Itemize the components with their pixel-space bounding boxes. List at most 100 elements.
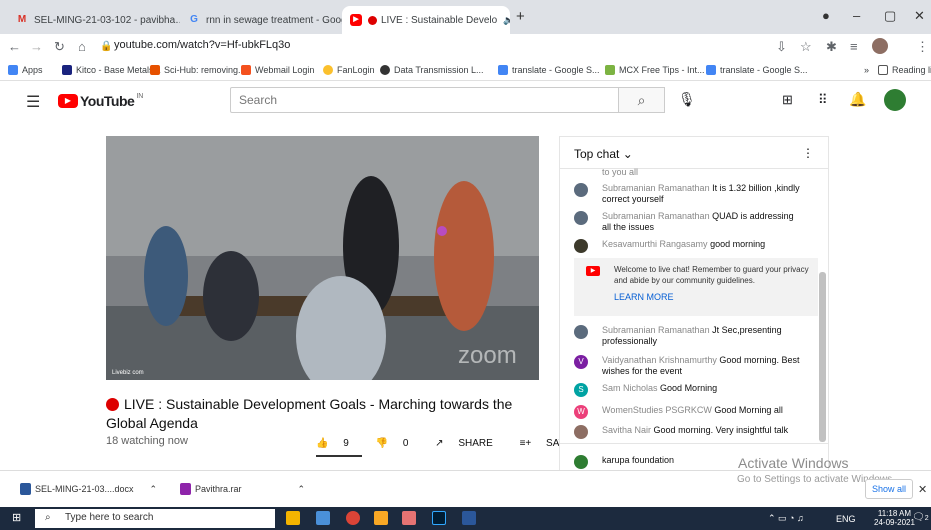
download-bar: SEL-MING-21-03....docx ⌃ Pavithra.rar ⌃ Go… <box>0 470 931 507</box>
bookmark-label: Kitco - Base Metals... <box>76 65 162 75</box>
bookmark-item[interactable]: Data Transmission L... <box>380 65 484 75</box>
avatar <box>574 183 588 197</box>
bookmark-item[interactable]: Kitco - Base Metals... <box>62 65 161 75</box>
reading-mode-icon[interactable]: ≡ <box>850 39 858 54</box>
reading-list-icon <box>878 65 888 75</box>
word-icon[interactable] <box>462 511 476 525</box>
create-video-icon[interactable]: ⊞ <box>782 92 793 108</box>
bookmark-label: Data Transmission L... <box>394 65 484 75</box>
search-button[interactable]: ⌕ <box>619 87 665 113</box>
windows-start-icon[interactable]: ⊞ <box>12 511 21 524</box>
chat-author: Subramanian Ramanathan <box>602 211 710 221</box>
chat-text: Good Morning <box>660 383 718 393</box>
chat-author: Subramanian Ramanathan <box>602 183 710 193</box>
youtube-header: ☰ ▶ YouTube IN Search ⌕ 🎙 ⊞ ⠿ 🔔 <box>0 81 931 121</box>
reload-icon[interactable]: ↻ <box>54 39 65 55</box>
close-download-bar-icon[interactable]: ✕ <box>918 483 927 496</box>
profile-record-icon[interactable]: ● <box>822 8 830 23</box>
home-icon[interactable]: ⌂ <box>78 39 86 54</box>
bookmark-item[interactable]: Sci-Hub: removing... <box>150 65 246 75</box>
avatar <box>574 425 588 439</box>
download-item-rar[interactable]: Pavithra.rar ⌃ <box>180 483 305 495</box>
bookmark-item[interactable]: MCX Free Tips - Int... <box>605 65 705 75</box>
app-icon[interactable] <box>316 511 330 525</box>
download-name: Pavithra.rar <box>195 484 242 494</box>
thumbs-up-icon: 👍 <box>316 438 329 449</box>
close-window-button[interactable]: ✕ <box>914 8 925 24</box>
video-player[interactable]: zoom Livebiz com <box>106 136 539 380</box>
dislike-button[interactable]: 👎 0 <box>376 438 421 449</box>
hamburger-menu-icon[interactable]: ☰ <box>26 92 40 112</box>
tab-google[interactable]: G rnn in sewage treatment - Googl ✕ <box>180 6 342 34</box>
language-indicator[interactable]: ENG <box>836 514 856 524</box>
bookmark-label: MCX Free Tips - Int... <box>619 65 705 75</box>
chrome-icon[interactable] <box>346 511 360 525</box>
fanlogin-icon <box>323 65 333 75</box>
globe-icon <box>380 65 390 75</box>
profile-avatar[interactable] <box>872 38 888 54</box>
avatar <box>574 211 588 225</box>
chat-text: Good Morning all <box>714 405 783 415</box>
apps-grid-icon[interactable]: ⠿ <box>818 92 828 108</box>
zoom-watermark: zoom <box>458 342 517 369</box>
logo-text: YouTube <box>80 93 135 109</box>
account-avatar[interactable] <box>884 89 906 111</box>
chat-header: Top chat ⌄ ⋮ <box>560 137 828 169</box>
tab-gmail[interactable]: M SEL-MING-21-03-102 - pavibha… ✕ <box>8 6 180 34</box>
chat-mode-label[interactable]: Top chat <box>574 147 619 161</box>
bookmark-item[interactable]: translate - Google S... <box>498 65 600 75</box>
system-tray-icons[interactable]: ⌃ ▭ ◔ ♫ <box>768 513 804 524</box>
app-icon[interactable] <box>402 511 416 525</box>
bookmark-item[interactable]: Webmail Login <box>241 65 314 75</box>
sticky-notes-icon[interactable] <box>374 511 388 525</box>
file-explorer-icon[interactable] <box>286 511 300 525</box>
clock[interactable]: 11:18 AM 24-09-2021 <box>874 509 915 527</box>
chat-message: V Vaidyanathan Krishnamurthy Good morning… <box>574 355 804 377</box>
like-button[interactable]: 👍 9 <box>316 438 361 449</box>
chat-message: Subramanian Ramanathan QUAD is addressin… <box>574 211 804 233</box>
chat-message: S Sam Nicholas Good Morning <box>574 383 804 397</box>
photoshop-icon[interactable] <box>432 511 446 525</box>
search-icon: ⌕ <box>45 512 51 523</box>
extensions-icon[interactable]: ✱ <box>826 39 837 55</box>
forward-icon[interactable]: → <box>30 39 43 54</box>
youtube-logo[interactable]: ▶ YouTube IN <box>58 93 143 109</box>
url-field[interactable]: youtube.com/watch?v=Hf-ubkFLq3o <box>114 39 290 51</box>
tab-youtube[interactable]: ▶ LIVE : Sustainable Develo 🔈 ✕ <box>342 6 510 34</box>
chevron-up-icon[interactable]: ⌃ <box>298 484 306 495</box>
minimize-button[interactable]: – <box>853 8 860 23</box>
chat-scrollbar[interactable] <box>819 272 826 442</box>
learn-more-link[interactable]: LEARN MORE <box>614 292 810 303</box>
install-icon[interactable]: ⇩ <box>776 39 787 55</box>
lock-icon[interactable]: 🔒 <box>100 41 112 52</box>
more-options-icon[interactable]: ⋮ <box>802 146 814 160</box>
reading-list[interactable]: Reading list <box>878 65 931 75</box>
taskbar-search-placeholder: Type here to search <box>65 512 154 523</box>
taskbar-search-input[interactable]: ⌕ Type here to search <box>35 509 275 528</box>
notification-center-icon[interactable]: 🗨2 <box>912 512 929 523</box>
microphone-icon[interactable]: 🎙 <box>678 91 696 108</box>
dislike-count: 0 <box>402 438 409 449</box>
share-button[interactable]: ↗ SHARE <box>435 438 505 449</box>
bookmark-item[interactable]: FanLogin <box>323 65 375 75</box>
new-tab-button[interactable]: + <box>516 8 525 25</box>
show-all-button[interactable]: Show all <box>865 479 914 499</box>
chevron-down-icon[interactable]: ⌄ <box>623 147 633 161</box>
bookmark-star-icon[interactable]: ☆ <box>800 39 812 55</box>
bookmark-label: FanLogin <box>337 65 375 75</box>
menu-icon[interactable]: ⋮ <box>916 39 929 55</box>
maximize-button[interactable]: ▢ <box>884 8 896 24</box>
speaker-icon[interactable]: 🔈 <box>503 15 510 26</box>
notifications-bell-icon[interactable]: 🔔 <box>849 91 866 108</box>
bookmark-apps[interactable]: Apps <box>8 65 43 75</box>
video-title: LIVE : Sustainable Development Goals - M… <box>106 395 546 433</box>
bookmark-item[interactable]: translate - Google S... <box>706 65 808 75</box>
download-item-docx[interactable]: SEL-MING-21-03....docx ⌃ <box>20 483 157 495</box>
date: 24-09-2021 <box>874 518 915 527</box>
chevron-up-icon[interactable]: ⌃ <box>150 484 158 495</box>
search-input[interactable]: Search <box>230 87 619 113</box>
time: 11:18 AM <box>877 509 912 518</box>
back-icon[interactable]: ← <box>8 39 21 54</box>
chat-message: W WomenStudies PSGRKCW Good Morning all <box>574 405 804 419</box>
bookmarks-overflow[interactable]: » <box>864 65 869 75</box>
